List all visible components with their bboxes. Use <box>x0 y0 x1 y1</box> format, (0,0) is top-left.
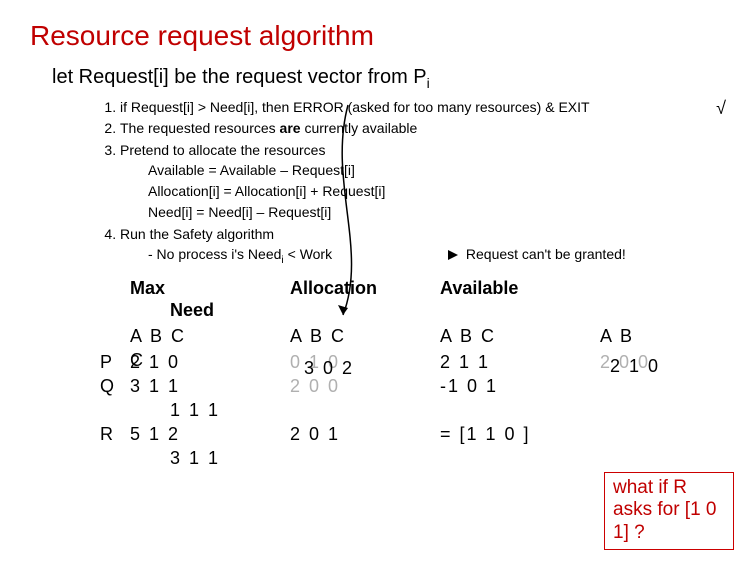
step-3a: Available = Available – Request[i] <box>148 160 726 180</box>
step-4a-post: < Work <box>284 246 332 262</box>
callout-question: what if R asks for [1 0 1] ? <box>604 472 734 550</box>
header-available: Available <box>440 278 518 299</box>
labels-max: A B C <box>130 326 186 347</box>
process-name: R <box>100 424 115 445</box>
header-max: Max <box>130 278 165 299</box>
slide-title: Resource request algorithm <box>30 20 726 52</box>
r-need: 3 1 1 <box>170 448 220 469</box>
step-2-post: currently available <box>301 120 418 136</box>
step-3c: Need[i] = Need[i] – Request[i] <box>148 202 726 222</box>
q-max: 3 1 1 <box>130 376 180 397</box>
p-avail: 2 1 1 <box>440 352 490 373</box>
algorithm-steps: if Request[i] > Need[i], then ERROR (ask… <box>120 97 726 268</box>
step-2: The requested resources are currently av… <box>120 118 726 138</box>
step-4-text: Run the Safety algorithm <box>120 226 274 242</box>
p-max: 2 1 0 <box>130 352 180 373</box>
step-3b: Allocation[i] = Allocation[i] + Request[… <box>148 181 726 201</box>
step-4-subline: - No process i's Needi < Work Request ca… <box>148 244 726 268</box>
label-row: A B C A B C A B C A B <box>100 326 726 350</box>
step-4: Run the Safety algorithm - No process i'… <box>120 224 726 268</box>
check-icon: √ <box>716 95 726 121</box>
table-row-r: R 5 1 2 2 0 1 = [1 1 0 ] <box>100 424 726 448</box>
step-4a-pre: - No process i's Need <box>148 246 281 262</box>
process-name: P <box>100 352 114 373</box>
resource-table: Max Need Allocation Available A B C A B … <box>100 278 726 472</box>
r-avail: = [1 1 0 ] <box>440 424 531 445</box>
labels-alloc: A B C <box>290 326 346 347</box>
arrow-right-icon <box>448 250 458 260</box>
step-3: Pretend to allocate the resources Availa… <box>120 140 726 223</box>
step-1: if Request[i] > Need[i], then ERROR (ask… <box>120 97 726 117</box>
step-3-sublines: Available = Available – Request[i] Alloc… <box>148 160 726 223</box>
header-allocation: Allocation <box>290 278 377 299</box>
header-need: Need <box>170 300 214 321</box>
q-avail: -1 0 1 <box>440 376 498 397</box>
r-max: 5 1 2 <box>130 424 180 445</box>
table-row-q: Q 3 1 1 2 0 0 -1 0 1 <box>100 376 726 400</box>
intro-text: let Request[i] be the request vector fro… <box>52 66 427 88</box>
r-alloc: 2 0 1 <box>290 424 340 445</box>
labels-ab: A B <box>600 326 634 347</box>
table-row-p: P 2 1 0 0 1 0 3 0 2 2 1 1 2 0 0 2 1 0 <box>100 352 726 376</box>
q-alloc: 2 0 0 <box>290 376 340 397</box>
step-3-text: Pretend to allocate the resources <box>120 142 325 158</box>
result-text: Request can't be granted! <box>466 246 626 262</box>
step-2-pre: The requested resources <box>120 120 280 136</box>
labels-avail: A B C <box>440 326 496 347</box>
p-ab-new: 2 1 0 <box>610 356 660 377</box>
table-row-q-need: 1 1 1 <box>100 400 726 424</box>
step-2-bold: are <box>280 120 301 136</box>
step-4-result: Request can't be granted! <box>448 244 626 264</box>
intro-sub: i <box>427 75 430 91</box>
table-row-r-need: 3 1 1 <box>100 448 726 472</box>
q-need: 1 1 1 <box>170 400 220 421</box>
step-1-text: if Request[i] > Need[i], then ERROR (ask… <box>120 99 590 115</box>
process-name: Q <box>100 376 116 397</box>
intro-line: let Request[i] be the request vector fro… <box>52 66 726 91</box>
